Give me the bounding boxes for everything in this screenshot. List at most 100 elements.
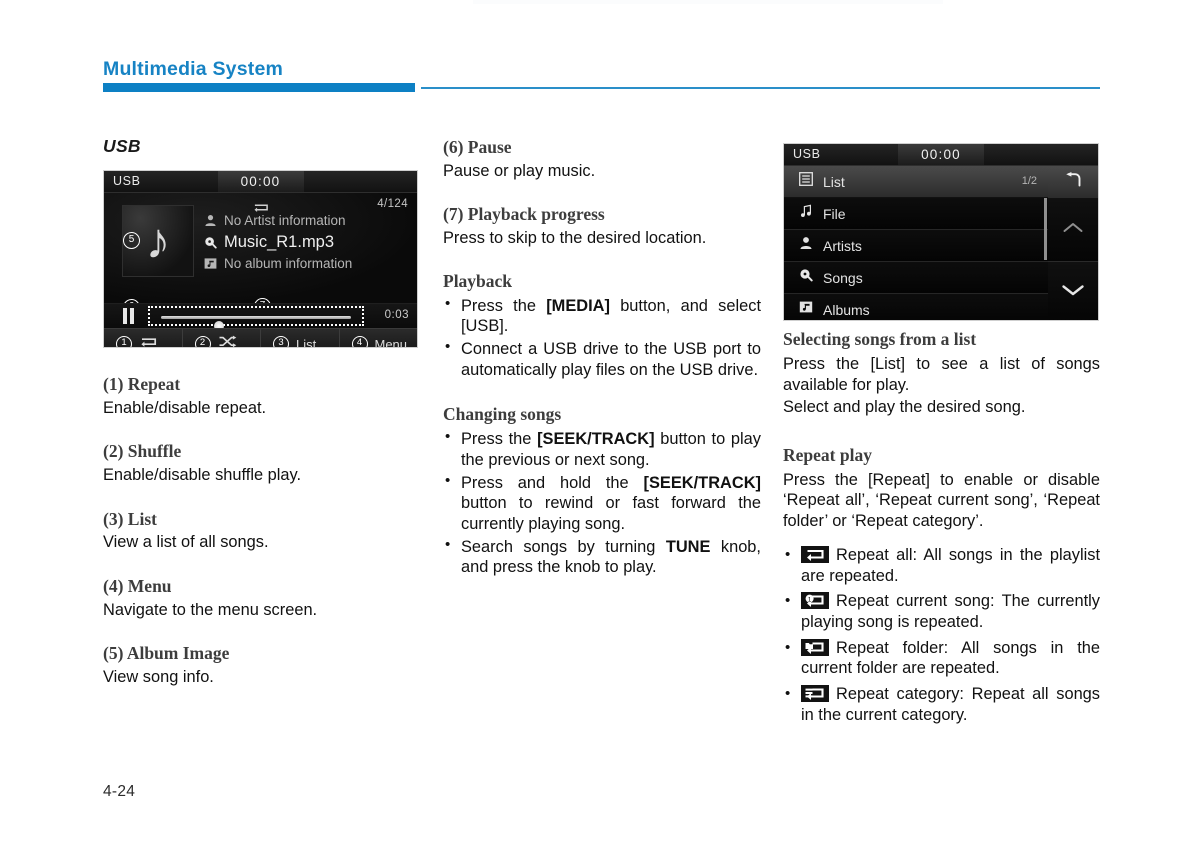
repeat-mode-text: Repeat all: All songs in the playlist ar… — [801, 546, 1100, 585]
item-head-5: (5) Album Image — [103, 643, 230, 663]
bullet-text-pre: Press the — [461, 296, 547, 315]
header-rule-thin — [421, 87, 1100, 89]
player-tab-menu[interactable]: 4 Menu — [340, 329, 418, 348]
list-icon — [799, 172, 813, 191]
item-head-2: (2) Shuffle — [103, 441, 182, 462]
player-tab-bar: 1 2 3 List 4 Menu — [104, 328, 418, 348]
metadata-row-song: Music_R1.mp3 — [204, 233, 334, 252]
song-icon — [204, 236, 217, 249]
player-tab-list[interactable]: 3 List — [261, 329, 340, 347]
player-body: 4/124 ♪ 5 6 7 No Artist information — [104, 193, 417, 316]
item-head-6: (6) Pause — [443, 137, 512, 157]
list-scrollbar[interactable] — [1044, 198, 1047, 260]
list-item-label: Songs — [823, 269, 863, 286]
scan-artifact — [473, 0, 943, 4]
player-clock: 00:00 — [217, 171, 304, 192]
list-item-label: Albums — [823, 301, 870, 318]
callout-5: 5 — [123, 232, 140, 249]
list-item: Repeat category: Repeat all songs in the… — [783, 684, 1100, 725]
back-button[interactable] — [1048, 166, 1098, 199]
repeat-mode-text: Repeat category: Repeat all songs in the… — [801, 685, 1100, 724]
item-head-7: (7) Playback progress — [443, 204, 605, 225]
changing-songs-bullet-list: Press the [SEEK/TRACK] button to play th… — [443, 428, 761, 578]
item-body-7: Press to skip to the desired location. — [443, 229, 707, 247]
page-number: 4-24 — [103, 783, 136, 800]
bullet-text-post: button to rewind or fast forward the cur… — [461, 494, 761, 533]
chevron-up-icon — [1062, 221, 1084, 239]
list-item: Press the [MEDIA] button, and select [US… — [443, 294, 761, 337]
list-item: Connect a USB drive to the USB port to a… — [443, 338, 761, 380]
middle-column: (6) Pause Pause or play music. (7) Playb… — [443, 136, 761, 580]
repeat-mode-list: Repeat all: All songs in the playlist ar… — [783, 545, 1100, 725]
list-item-songs[interactable]: Songs — [784, 262, 1048, 294]
back-arrow-icon — [1064, 171, 1083, 193]
list-clock: 00:00 — [898, 144, 984, 165]
album-icon — [204, 257, 217, 270]
item-head-3: (3) List — [103, 508, 157, 529]
callout-4: 4 — [351, 336, 368, 347]
list-side-buttons — [1048, 166, 1098, 320]
album-icon — [799, 300, 813, 319]
player-tab-menu-label: Menu — [374, 336, 408, 348]
subhead-changing-songs: Changing songs — [443, 404, 562, 425]
list-item-file[interactable]: File — [784, 198, 1048, 230]
subhead-playback: Playback — [443, 270, 513, 291]
list-top-bar: USB 00:00 — [784, 144, 1098, 166]
file-note-icon — [799, 204, 813, 223]
item-body-3: View a list of all songs. — [103, 533, 269, 552]
scroll-down-button[interactable] — [1048, 262, 1098, 320]
playback-bullet-list: Press the [MEDIA] button, and select [US… — [443, 294, 761, 381]
metadata-text-song: Music_R1.mp3 — [224, 233, 335, 251]
list-item: Repeat folder: All songs in the current … — [783, 638, 1100, 679]
playback-progress-zone: 0:03 — [104, 303, 417, 331]
subhead-repeat-play: Repeat play — [783, 444, 872, 465]
list-area: List 1/2 File Artists Songs Albums — [784, 166, 1098, 320]
scroll-up-button[interactable] — [1048, 199, 1098, 262]
player-tab-shuffle[interactable]: 2 — [183, 329, 261, 347]
left-column-items: (1) Repeat Enable/disable repeat. (2) Sh… — [103, 373, 425, 687]
repeat-one-icon: 1 — [801, 592, 829, 610]
callout-1: 1 — [116, 336, 132, 347]
player-source-label: USB — [113, 174, 141, 188]
repeat-play-intro: Press the [Repeat] to enable or disable … — [783, 470, 1100, 530]
bullet-text-pre: Press the — [461, 430, 538, 449]
list-header-label: List — [823, 173, 845, 190]
item-head-4: (4) Menu — [103, 575, 172, 596]
list-item-artists[interactable]: Artists — [784, 230, 1048, 262]
callout-2: 2 — [194, 336, 211, 347]
bullet-text-pre: Search songs by turning — [461, 537, 666, 556]
metadata-row-album: No album information — [204, 256, 352, 271]
page-title: Multimedia System — [103, 58, 284, 80]
bullet-text-strong: [MEDIA] — [546, 296, 610, 315]
music-note-icon: ♪ — [145, 213, 171, 269]
list-item: Search songs by turning TUNE knob, and p… — [443, 536, 761, 578]
bullet-text-strong: [SEEK/TRACK] — [537, 430, 655, 449]
list-item: Repeat all: All songs in the playlist ar… — [783, 545, 1100, 586]
repeat-folder-icon — [801, 638, 829, 656]
metadata-text-artist: No Artist information — [224, 213, 346, 228]
artist-icon — [799, 236, 813, 255]
item-body-5: View song info. — [103, 667, 214, 686]
list-item-label: File — [823, 205, 846, 222]
list-item-label: Artists — [823, 237, 862, 254]
item-body-6: Pause or play music. — [443, 161, 596, 180]
shuffle-icon — [218, 335, 237, 347]
repeat-mode-text: Repeat current song: The currently playi… — [801, 592, 1100, 632]
repeat-all-icon — [801, 546, 829, 563]
chevron-down-icon — [1061, 283, 1085, 302]
list-item-albums[interactable]: Albums — [784, 294, 1048, 320]
usb-list-screenshot: USB 00:00 List 1/2 File Artists Songs Al… — [783, 143, 1099, 321]
bullet-text-strong: [SEEK/TRACK] — [643, 473, 761, 492]
player-top-bar: USB 00:00 — [104, 171, 417, 193]
list-source-label: USB — [793, 147, 821, 161]
song-icon — [799, 268, 813, 287]
progress-track[interactable] — [161, 316, 351, 331]
player-tab-repeat[interactable]: 1 — [104, 329, 183, 347]
list-item: Press the [SEEK/TRACK] button to play th… — [443, 428, 761, 470]
selecting-body-1: Press the [List] to see a list of songs … — [783, 355, 1100, 394]
usb-player-screenshot: USB 00:00 4/124 ♪ 5 6 7 No Artist inform… — [103, 170, 418, 348]
repeat-mode-text: Repeat folder: All songs in the current … — [801, 638, 1100, 678]
bullet-text-pre: Press and hold the — [461, 473, 644, 492]
pause-icon[interactable] — [123, 308, 138, 324]
repeat-all-icon — [252, 200, 269, 212]
